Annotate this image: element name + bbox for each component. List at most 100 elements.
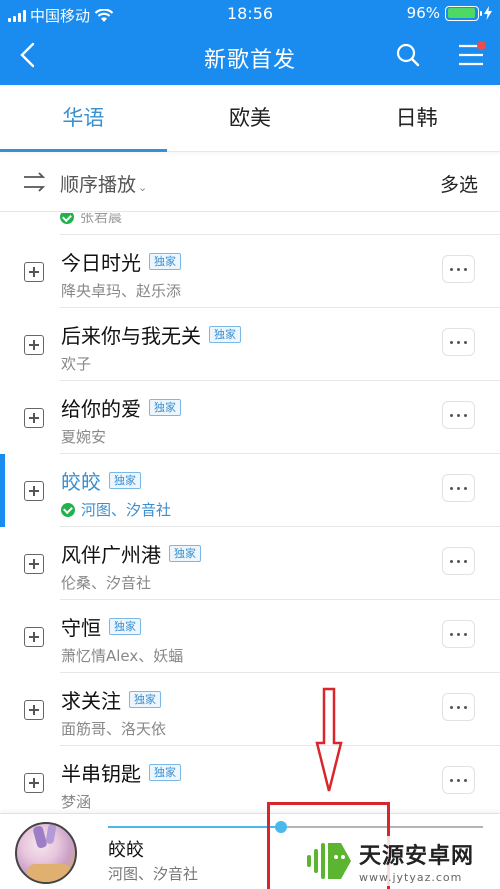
dot <box>457 559 460 563</box>
exclusive-badge: 独家 <box>149 253 181 270</box>
dot <box>450 705 453 709</box>
song-artist: 伦桑、汐音社 <box>61 574 152 592</box>
song-title: 半串钥匙 <box>61 762 141 786</box>
song-artist: 降央卓玛、赵乐添 <box>61 282 182 300</box>
watermark-url: www.jytyaz.com <box>359 871 463 884</box>
add-to-playlist-button[interactable] <box>24 773 44 793</box>
dot <box>457 267 460 271</box>
nav-bar: 新歌首发 <box>0 28 500 85</box>
cover-art-detail <box>45 824 57 845</box>
song-title: 给你的爱 <box>61 397 141 421</box>
song-row[interactable]: 给你的爱 独家 夏婉安 <box>0 381 500 454</box>
song-artist-line: 面筋哥、洛天依 <box>61 718 166 739</box>
song-title: 风伴广州港 <box>61 543 161 567</box>
tab-chinese[interactable]: 华语 <box>0 85 167 152</box>
downloaded-icon <box>60 213 74 224</box>
notification-dot <box>477 41 486 50</box>
tab-jpkr[interactable]: 日韩 <box>333 85 500 151</box>
more-options-button[interactable] <box>442 766 475 794</box>
song-artist: 河图、汐音社 <box>81 501 172 519</box>
more-options-button[interactable] <box>442 474 475 502</box>
battery-percent: 96% <box>406 4 440 22</box>
dot <box>450 340 453 344</box>
menu-button[interactable] <box>455 40 487 70</box>
watermark-logo-icon <box>307 843 351 879</box>
song-row[interactable]: 皎皎 独家 河图、汐音社 <box>0 454 500 527</box>
exclusive-badge: 独家 <box>149 399 181 416</box>
exclusive-badge: 独家 <box>169 545 201 562</box>
play-order-dropdown[interactable]: 顺序播放 ⌄ <box>60 170 147 197</box>
search-button[interactable] <box>393 40 423 70</box>
status-bar: 中国移动 18:56 96% <box>0 0 500 28</box>
exclusive-badge: 独家 <box>109 618 141 635</box>
playback-progress-slider[interactable] <box>108 821 483 833</box>
dot <box>457 705 460 709</box>
cover-art-detail <box>27 864 71 882</box>
watermark: 天源安卓网 www.jytyaz.com <box>305 836 500 886</box>
song-title-line: 后来你与我无关 独家 <box>61 320 241 349</box>
song-artist: 欢子 <box>61 355 92 373</box>
more-options-button[interactable] <box>442 401 475 429</box>
dot <box>464 340 467 344</box>
song-row[interactable]: 后来你与我无关 独家 欢子 <box>0 308 500 381</box>
song-artist: 张君晨 <box>80 213 122 226</box>
album-cover[interactable] <box>15 822 77 884</box>
partial-list-item[interactable]: 张君晨 <box>60 213 122 227</box>
dot <box>464 486 467 490</box>
more-options-button[interactable] <box>442 255 475 283</box>
now-playing-artist: 河图、汐音社 <box>108 865 199 883</box>
dot <box>464 632 467 636</box>
play-order-icon[interactable] <box>22 171 46 193</box>
search-icon <box>396 43 420 67</box>
song-row[interactable]: 守恒 独家 萧忆情Alex、妖蝠 <box>0 600 500 673</box>
song-artist-line: 夏婉安 <box>61 426 106 447</box>
battery-icon <box>445 5 482 21</box>
page-title: 新歌首发 <box>203 48 296 73</box>
song-title-line: 今日时光 独家 <box>61 247 181 276</box>
song-title: 后来你与我无关 <box>61 324 201 348</box>
add-to-playlist-button[interactable] <box>24 627 44 647</box>
song-title: 皎皎 <box>61 470 101 494</box>
song-artist: 夏婉安 <box>61 428 107 446</box>
more-options-button[interactable] <box>442 547 475 575</box>
song-title: 今日时光 <box>61 251 141 275</box>
downloaded-icon <box>61 502 75 517</box>
exclusive-badge: 独家 <box>209 326 241 343</box>
dot <box>464 705 467 709</box>
dot <box>457 486 460 490</box>
progress-handle[interactable] <box>274 821 287 833</box>
more-options-button[interactable] <box>442 328 475 356</box>
dot <box>450 778 453 782</box>
add-to-playlist-button[interactable] <box>24 481 44 501</box>
song-row[interactable]: 半串钥匙 独家 梦涵 <box>0 746 500 813</box>
multi-select-button[interactable]: 多选 <box>440 170 478 197</box>
add-to-playlist-button[interactable] <box>24 335 44 355</box>
song-artist-line: 降央卓玛、赵乐添 <box>61 280 181 301</box>
dot <box>464 559 467 563</box>
add-to-playlist-button[interactable] <box>24 262 44 282</box>
song-artist-line: 梦涵 <box>61 791 91 812</box>
song-title: 守恒 <box>61 616 101 640</box>
add-to-playlist-button[interactable] <box>24 408 44 428</box>
add-to-playlist-button[interactable] <box>24 554 44 574</box>
top-bar: 中国移动 18:56 96% 新歌首发 <box>0 0 500 85</box>
song-row[interactable]: 今日时光 独家 降央卓玛、赵乐添 <box>0 235 500 308</box>
song-title-line: 求关注 独家 <box>61 685 161 714</box>
dot <box>464 413 467 417</box>
song-row[interactable]: 风伴广州港 独家 伦桑、汐音社 <box>0 527 500 600</box>
chevron-down-icon: ⌄ <box>138 181 148 194</box>
song-title-line: 皎皎 独家 <box>61 466 141 495</box>
song-row[interactable]: 求关注 独家 面筋哥、洛天依 <box>0 673 500 746</box>
song-title: 求关注 <box>61 689 121 713</box>
more-options-button[interactable] <box>442 693 475 721</box>
dot <box>450 632 453 636</box>
charging-icon <box>484 6 492 20</box>
watermark-name: 天源安卓网 <box>359 844 475 869</box>
more-options-button[interactable] <box>442 620 475 648</box>
dot <box>450 559 453 563</box>
tab-western[interactable]: 欧美 <box>167 85 334 151</box>
dot <box>457 632 460 636</box>
dot <box>457 340 460 344</box>
now-playing-title: 皎皎 <box>108 840 144 861</box>
add-to-playlist-button[interactable] <box>24 700 44 720</box>
